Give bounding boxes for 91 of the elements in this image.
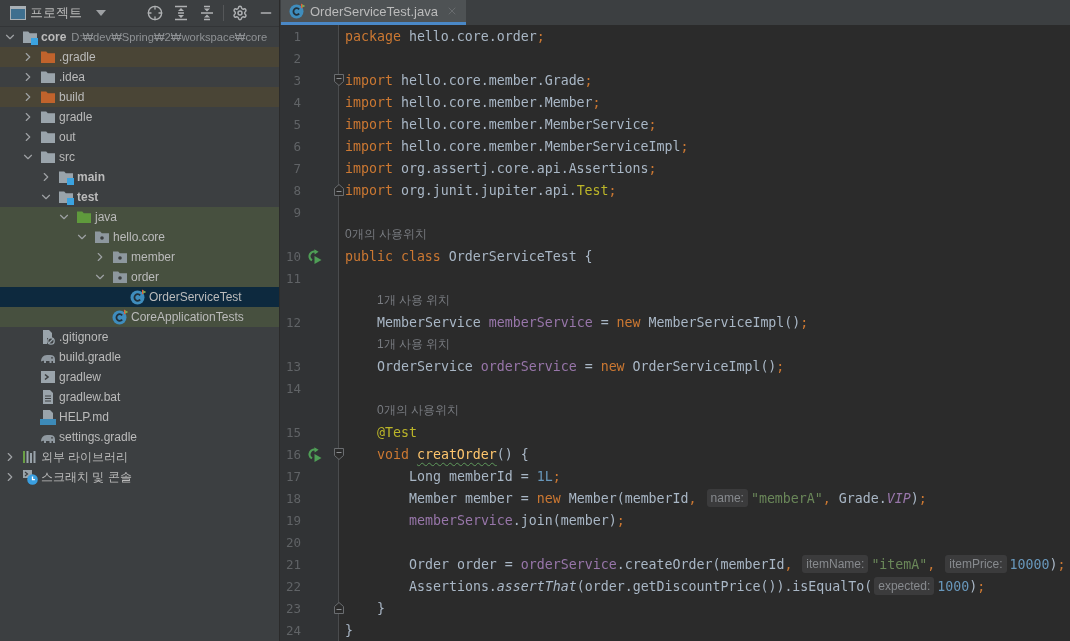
tree-item[interactable]: test [0,187,279,207]
code-line: @Test [377,424,417,440]
module-folder-icon [58,189,74,205]
parameter-hint: expected: [874,577,935,595]
tree-item[interactable]: order [0,267,279,287]
folder-icon [40,49,56,65]
window-icon [10,6,26,20]
code-line: } [377,600,385,616]
code-line: import hello.core.member.MemberServiceImpl; [345,138,689,154]
usage-count[interactable]: 0개의 사용위치 [345,225,427,243]
folder-icon [40,129,56,145]
caret-icon [96,10,106,16]
package-folder-icon [94,229,110,245]
code-text: Order order = orderService.createOrder(memberId, [409,556,794,572]
code-line: import org.junit.jupiter.api.Test; [345,182,617,198]
tree-item[interactable]: .gitignore [0,327,279,347]
tree-item[interactable]: src [0,147,279,167]
markdown-file-icon [40,409,56,425]
module-folder-icon [22,29,38,45]
tree-item[interactable]: OrderServiceTest [0,287,279,307]
tree-item[interactable]: java [0,207,279,227]
tree-item[interactable]: CoreApplicationTests [0,307,279,327]
editor-tab[interactable]: OrderServiceTest.java [281,0,466,25]
run-icon[interactable] [306,446,322,462]
module-folder-icon [58,169,74,185]
package-folder-icon [112,249,128,265]
code-line: MemberService memberService = new MemberServiceImpl(); [377,314,809,330]
code-line: public class OrderServiceTest { [345,248,593,264]
code-text: "memberA", Grade.VIP); [750,490,927,506]
tree-item[interactable]: settings.gradle [0,427,279,447]
test-class-icon [289,3,305,19]
tree-item[interactable]: gradlew [0,367,279,387]
expand-all-icon[interactable] [173,5,189,21]
code-line: import hello.core.member.Member; [345,94,601,110]
tree-item[interactable]: gradle [0,107,279,127]
folder-icon [40,149,56,165]
code-line: OrderService orderService = new OrderServiceImpl(); [377,358,785,374]
view-dropdown[interactable]: 프로젝트 [30,4,106,22]
code-text: "itemA", [871,556,937,572]
fold-icon[interactable] [333,74,344,86]
tree-item[interactable]: core D:₩dev₩Spring₩2₩workspace₩core [0,27,279,47]
code-line: memberService.join(member); [409,512,625,528]
fold-icon[interactable] [333,602,344,614]
run-icon[interactable] [306,248,322,264]
tree-item[interactable]: HELP.md [0,407,279,427]
folder-icon [40,89,56,105]
tree-item[interactable]: out [0,127,279,147]
tree-item[interactable]: 외부 라이브러리 [0,447,279,467]
folder-icon [40,69,56,85]
code-line: Long memberId = 1L; [409,468,561,484]
tree-item[interactable]: .idea [0,67,279,87]
folder-icon [40,109,56,125]
package-folder-icon [112,269,128,285]
folder-icon [76,209,92,225]
code-line: } [345,622,353,638]
tree-item[interactable]: build.gradle [0,347,279,367]
code-text: 1000); [937,578,986,594]
library-bars-icon [22,449,38,465]
usage-count[interactable]: 1개 사용 위치 [377,291,451,309]
tree-item[interactable]: gradlew.bat [0,387,279,407]
tree-item[interactable]: build [0,87,279,107]
tree-item[interactable]: hello.core [0,227,279,247]
code-line: import org.assertj.core.api.Assertions; [345,160,657,176]
crosshair-icon[interactable] [147,5,163,21]
parameter-hint: name: [706,489,748,507]
path-hint: D:₩dev₩Spring₩2₩workspace₩core [71,31,268,43]
tree-item[interactable]: main [0,167,279,187]
code-line: package hello.core.order; [345,28,545,44]
test-class-icon [130,289,146,305]
collapse-all-icon[interactable] [199,5,215,21]
test-class-icon [112,309,128,325]
fold-icon[interactable] [333,184,344,196]
code-text: Assertions.assertThat(order.getDiscountPrice()).isEqualTo( [409,578,873,594]
code-text: Member member = new Member(memberId, [409,490,698,506]
parameter-hint: itemName: [802,555,869,573]
document-icon [40,389,56,405]
tree-item[interactable]: member [0,247,279,267]
tree-item[interactable]: 스크래치 및 콘솔 [0,467,279,487]
terminal-icon [40,369,56,385]
usage-count[interactable]: 0개의 사용위치 [377,401,459,419]
parameter-hint: itemPrice: [945,555,1007,573]
settings-icon[interactable] [232,5,248,21]
usage-count[interactable]: 1개 사용 위치 [377,335,451,353]
code-text: 10000); [1009,556,1066,572]
file-slash-icon [40,329,56,345]
code-line: import hello.core.member.MemberService; [345,116,657,132]
clock-file-icon [22,469,38,485]
fold-icon[interactable] [333,448,344,460]
tree-item[interactable]: .gradle [0,47,279,67]
code-line: import hello.core.member.Grade; [345,72,593,88]
code-line: void creatOrder() { [377,446,529,462]
